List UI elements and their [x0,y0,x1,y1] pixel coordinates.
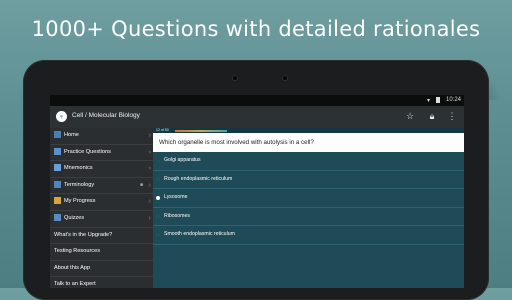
quizzes-icon [54,213,61,221]
drawer-item-upgrade[interactable]: What's in the Upgrade? [50,228,153,245]
chevron-right-icon: › [148,214,151,222]
chevron-right-icon: › [148,165,151,173]
lock-icon[interactable]: 🔒︎ [426,110,438,123]
tablet-screen: ▾ 10:24 ♆ Cell / Molecular Biology ☆ 🔒︎ … [50,95,464,288]
status-time: 10:24 [445,97,461,103]
progress-bar [175,129,227,132]
answer-option[interactable]: Smooth endoplasmic reticulum [153,226,464,245]
navigation-drawer: Home › Practice Questions › Mnemonics › … [50,128,153,288]
answer-label: Lysosome [164,194,188,200]
drawer-item-quizzes[interactable]: Quizzes › [50,211,153,228]
chevron-right-icon: › [148,198,151,206]
drawer-item-terminology[interactable]: Terminology ■ › [50,178,153,195]
chevron-right-icon: › [148,181,151,189]
terminology-icon [54,180,61,188]
drawer-item-home[interactable]: Home › [50,128,153,145]
answer-label: Smooth endoplasmic reticulum [164,231,235,237]
radio-button[interactable] [156,177,160,181]
answer-list: Golgi apparatus Rough endoplasmic reticu… [153,152,464,245]
more-vert-icon[interactable]: ⋮ [446,110,458,123]
drawer-item-label: Home [64,132,79,138]
drawer-item-label: My Progress [64,198,96,205]
progress-icon [54,197,61,205]
quiz-content: 12 of 50 Which organelle is most involve… [153,128,464,288]
drawer-item-label: About this App [54,264,91,271]
drawer-item-my-progress[interactable]: My Progress › [50,194,153,211]
drawer-item-label: Mnemonics [64,165,93,172]
answer-option[interactable]: Rough endoplasmic reticulum [153,171,464,189]
front-sensor [282,75,288,81]
app-logo-icon[interactable]: ♆ [56,111,67,122]
wifi-icon: ▾ [426,98,430,104]
answer-option[interactable]: Ribosomes [153,208,464,226]
answer-option-selected[interactable]: Lysosome [153,189,464,208]
drawer-item-label: What's in the Upgrade? [54,231,113,238]
radio-button-selected[interactable] [156,195,160,200]
drawer-item-label: Practice Questions [64,148,111,155]
radio-button[interactable] [156,158,160,163]
questions-icon [54,147,61,155]
chevron-right-icon: › [148,132,151,139]
drawer-item-practice-questions[interactable]: Practice Questions › [50,145,153,162]
chevron-right-icon: › [148,148,151,156]
answer-label: Ribosomes [164,212,190,219]
home-icon [54,131,61,139]
battery-icon [436,97,440,103]
status-bar: ▾ 10:24 [50,95,464,106]
answer-option[interactable]: Golgi apparatus [153,152,464,171]
progress-label: 12 of 50 [156,128,169,132]
drawer-item-testing-resources[interactable]: Testing Resources [50,244,153,261]
app-title: Cell / Molecular Biology [72,112,140,119]
drawer-item-about[interactable]: About this App [50,261,153,278]
drawer-item-talk-to-expert[interactable]: Talk to an Expert [50,277,153,288]
app-bar: ♆ Cell / Molecular Biology ☆ 🔒︎ ⋮ [50,106,464,128]
radio-button[interactable] [156,214,160,218]
drawer-item-label: Talk to an Expert [54,281,96,288]
drawer-item-mnemonics[interactable]: Mnemonics › [50,161,153,178]
answer-label: Golgi apparatus [164,157,201,163]
front-camera [232,75,238,81]
mnemonics-icon [54,164,61,172]
drawer-item-label: Testing Resources [54,248,101,255]
promo-headline: 1000+ Questions with detailed rationales [31,17,481,41]
drawer-item-label: Quizzes [64,214,85,221]
radio-button[interactable] [156,232,160,237]
drawer-item-label: Terminology [64,181,95,188]
question-text: Which organelle is most involved with au… [153,133,464,152]
star-icon[interactable]: ☆ [404,110,416,123]
answer-label: Rough endoplasmic reticulum [164,175,233,182]
lock-icon: ■ [139,181,143,188]
